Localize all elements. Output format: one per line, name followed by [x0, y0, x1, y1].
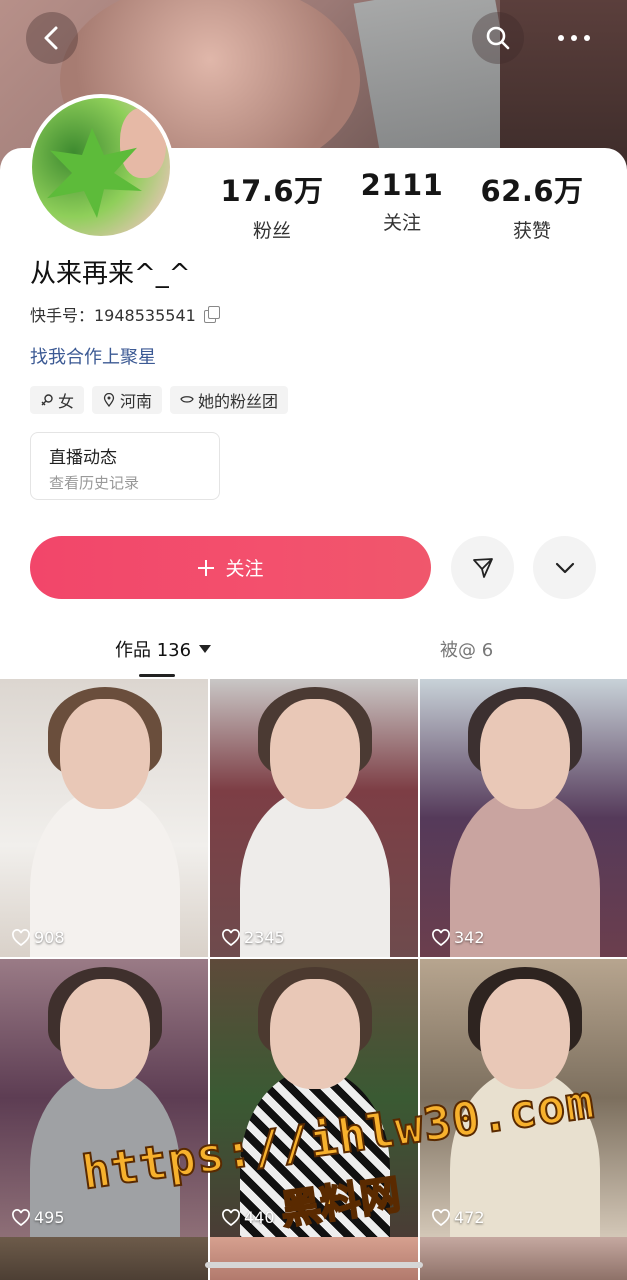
like-count: 495: [12, 1208, 65, 1227]
send-message-button[interactable]: [451, 536, 514, 599]
profile-tags: 女 河南 她的粉丝团: [30, 386, 289, 414]
stat-following[interactable]: 2111 关注: [332, 168, 472, 235]
follow-button[interactable]: 关注: [30, 536, 431, 599]
tag-gender: 女: [30, 386, 85, 414]
tab-mentioned[interactable]: 被@ 6: [440, 636, 493, 662]
stat-likes[interactable]: 62.6万 获赞: [462, 168, 602, 243]
like-count: 342: [432, 928, 485, 947]
like-count-value: 472: [454, 1208, 485, 1227]
chevron-down-icon: [555, 562, 574, 573]
heart-icon: [12, 1208, 30, 1226]
caret-down-icon: [199, 645, 212, 653]
female-icon: [41, 394, 53, 406]
location-icon: [103, 393, 115, 407]
content-tabs: 作品 136 被@ 6: [0, 630, 627, 678]
like-count: 908: [12, 928, 65, 947]
video-thumbnail[interactable]: 342: [420, 679, 627, 957]
chevron-left-icon: [44, 26, 58, 50]
stat-value: 2111: [360, 168, 444, 202]
tab-works[interactable]: 作品 136: [115, 636, 212, 662]
more-horizontal-icon: [558, 35, 590, 41]
stat-label: 粉丝: [252, 220, 291, 242]
like-count: 2345: [222, 928, 285, 947]
like-count-value: 2345: [244, 928, 285, 947]
heart-icon: [432, 1208, 450, 1226]
stat-label: 获赞: [512, 220, 551, 242]
video-thumbnail[interactable]: [0, 1237, 208, 1280]
fan-club-icon: [180, 396, 194, 403]
user-id: 快手号：1948535541: [30, 302, 220, 326]
home-indicator[interactable]: [205, 1262, 423, 1268]
stat-value: 17.6万: [220, 174, 324, 208]
video-thumbnail[interactable]: [420, 1237, 627, 1280]
video-thumbnail[interactable]: 2345: [210, 679, 418, 957]
live-card-subtitle: 查看历史记录: [49, 474, 140, 492]
heart-icon: [432, 928, 450, 946]
heart-icon: [12, 928, 30, 946]
tag-label: 女: [58, 392, 75, 411]
recommend-dropdown-button[interactable]: [533, 536, 596, 599]
tab-works-label: 作品 136: [115, 640, 192, 661]
video-thumbnail[interactable]: 908: [0, 679, 208, 957]
live-history-card[interactable]: 直播动态 查看历史记录: [30, 432, 220, 500]
like-count: 440: [222, 1208, 275, 1227]
profile-name: 从来再来^_^: [30, 259, 191, 289]
like-count: 472: [432, 1208, 485, 1227]
tag-fan-club[interactable]: 她的粉丝团: [170, 386, 289, 414]
avatar[interactable]: [28, 94, 174, 240]
tag-label: 河南: [120, 392, 153, 411]
like-count-value: 440: [244, 1208, 275, 1227]
like-count-value: 495: [34, 1208, 65, 1227]
video-thumbnail[interactable]: [210, 1237, 418, 1280]
stat-value: 62.6万: [480, 174, 584, 208]
heart-icon: [222, 1208, 240, 1226]
like-count-value: 342: [454, 928, 485, 947]
search-button[interactable]: [472, 12, 524, 64]
heart-icon: [222, 928, 240, 946]
send-icon: [472, 557, 493, 578]
business-link[interactable]: 找我合作上聚星: [30, 343, 156, 369]
active-tab-indicator: [139, 674, 175, 677]
stat-followers[interactable]: 17.6万 粉丝: [202, 168, 342, 243]
follow-label: 关注: [225, 558, 264, 580]
search-icon: [486, 26, 510, 50]
more-button[interactable]: [548, 12, 600, 64]
tag-label: 她的粉丝团: [198, 392, 279, 411]
copy-icon[interactable]: [203, 306, 220, 323]
like-count-value: 908: [34, 928, 65, 947]
back-button[interactable]: [26, 12, 78, 64]
stat-label: 关注: [382, 212, 421, 234]
user-id-text: 快手号：1948535541: [30, 306, 196, 325]
tag-location[interactable]: 河南: [92, 386, 163, 414]
plus-icon: [198, 559, 215, 576]
live-card-title: 直播动态: [49, 448, 117, 468]
